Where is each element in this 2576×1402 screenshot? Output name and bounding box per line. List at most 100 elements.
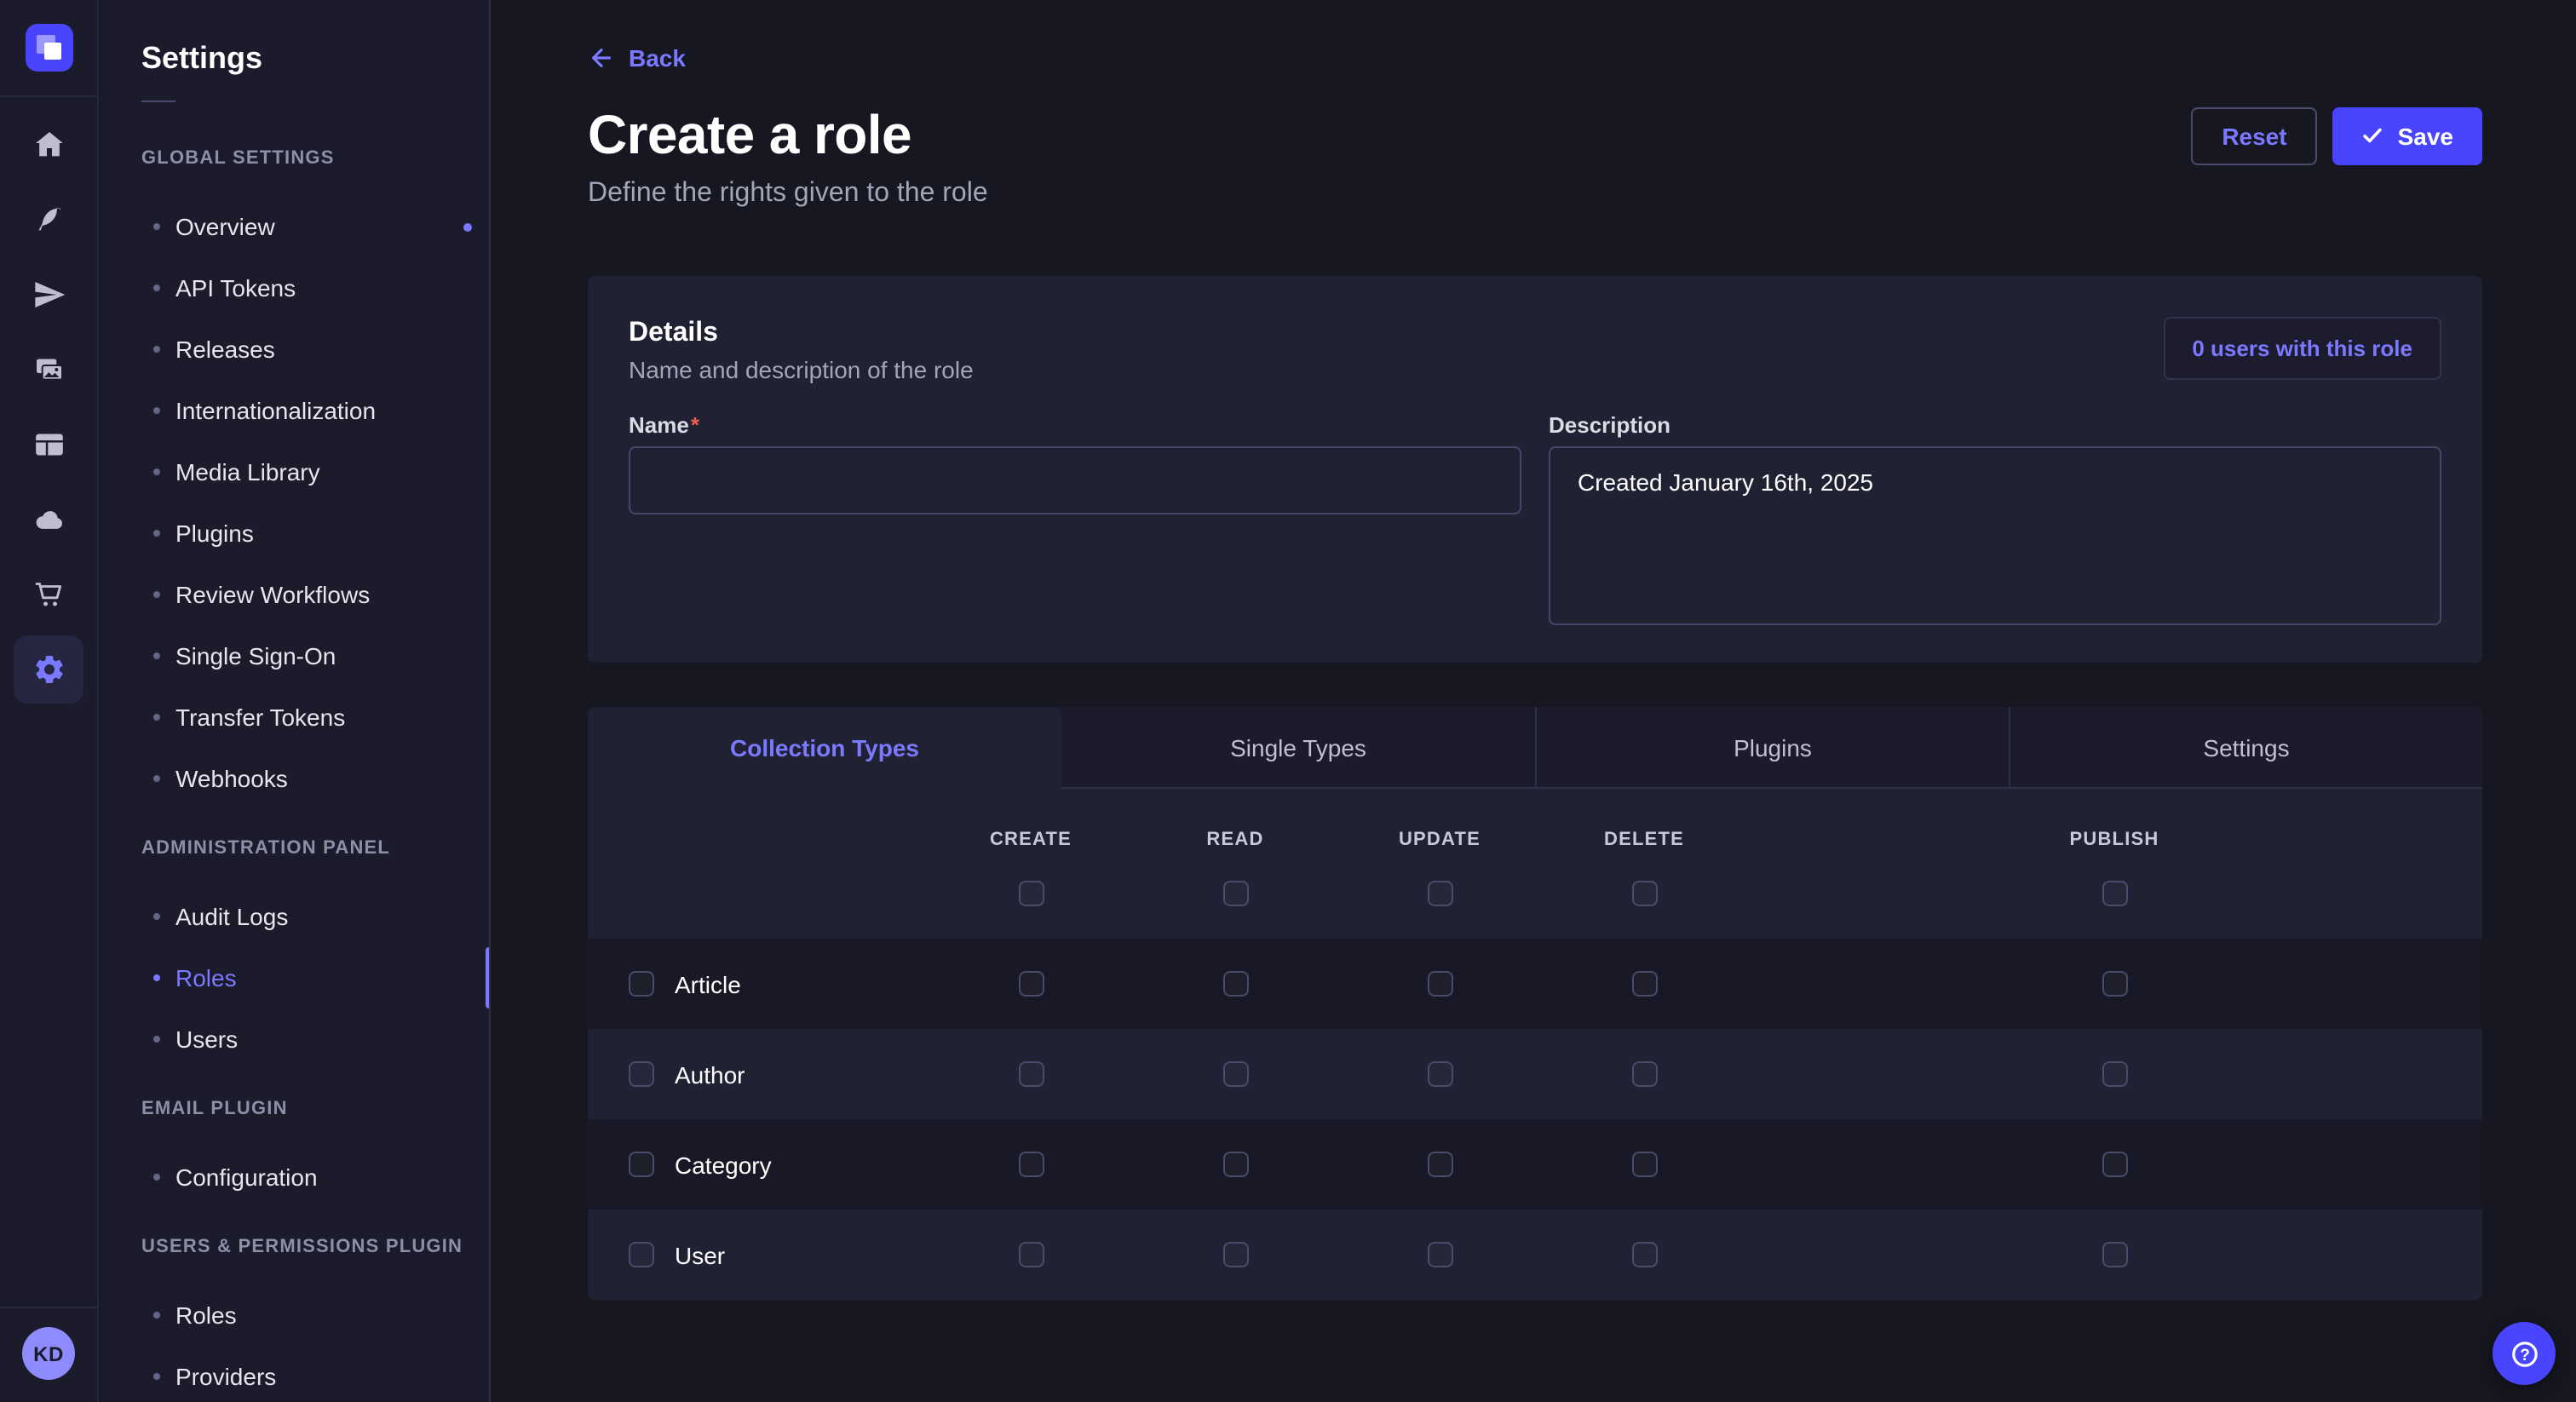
category-read-checkbox[interactable] [1222, 1152, 1248, 1177]
help-button[interactable]: ? [2493, 1322, 2556, 1385]
name-label: Name* [629, 412, 1521, 438]
row-select-checkbox[interactable] [629, 971, 654, 997]
strapi-logo[interactable] [26, 24, 73, 72]
bullet-dot-icon [153, 1036, 160, 1043]
author-publish-checkbox[interactable] [2102, 1061, 2127, 1087]
sidebar-item-single-sign-on[interactable]: Single Sign-On [101, 625, 489, 687]
row-select-checkbox[interactable] [629, 1242, 654, 1267]
sidebar-item-webhooks[interactable]: Webhooks [101, 748, 489, 809]
article-delete-checkbox[interactable] [1631, 971, 1657, 997]
category-update-checkbox[interactable] [1427, 1152, 1452, 1177]
column-header-read: READ [1133, 830, 1337, 850]
home-nav-button[interactable] [14, 111, 83, 179]
marketplace-nav-button[interactable] [14, 560, 83, 629]
strapi-admin: KD Settings GLOBAL SETTINGS Overview API… [0, 0, 2576, 1402]
author-create-checkbox[interactable] [1018, 1061, 1044, 1087]
tab-collection-types[interactable]: Collection Types [588, 707, 1061, 789]
reset-button[interactable]: Reset [2191, 106, 2317, 164]
row-label[interactable]: Category [675, 1151, 772, 1178]
details-card: Details Name and description of the role… [588, 276, 2482, 663]
select-all-create-checkbox[interactable] [1018, 881, 1044, 906]
row-label[interactable]: Author [675, 1060, 745, 1088]
permissions-tabs: Collection Types Single Types Plugins Se… [588, 707, 2482, 789]
select-all-publish-checkbox[interactable] [2102, 881, 2127, 906]
sidebar-item-releases[interactable]: Releases [101, 319, 489, 380]
section-header-email-plugin: EMAIL PLUGIN [141, 1099, 489, 1121]
permissions-table: CREATE READ UPDATE DELETE PUBLISH [588, 789, 2482, 1300]
tab-settings[interactable]: Settings [2009, 707, 2482, 789]
content-type-builder-nav-button[interactable] [14, 411, 83, 479]
category-create-checkbox[interactable] [1018, 1152, 1044, 1177]
sidebar-item-overview[interactable]: Overview [101, 196, 489, 257]
media-library-nav-button[interactable] [14, 336, 83, 404]
row-label[interactable]: Article [675, 970, 741, 997]
description-textarea[interactable]: Created January 16th, 2025 [1549, 446, 2441, 625]
article-publish-checkbox[interactable] [2102, 971, 2127, 997]
user-read-checkbox[interactable] [1222, 1242, 1248, 1267]
name-input[interactable] [629, 446, 1521, 514]
table-row-article: Article [588, 939, 2482, 1029]
user-update-checkbox[interactable] [1427, 1242, 1452, 1267]
name-field: Name* [629, 412, 1521, 634]
bullet-dot-icon [153, 974, 160, 981]
question-mark-icon: ? [2509, 1338, 2539, 1369]
tab-plugins[interactable]: Plugins [1535, 707, 2009, 789]
sidebar-item-plugins[interactable]: Plugins [101, 503, 489, 564]
bullet-dot-icon [153, 652, 160, 659]
row-label[interactable]: User [675, 1241, 725, 1268]
sidebar-item-configuration[interactable]: Configuration [101, 1146, 489, 1208]
permissions-table-header: CREATE READ UPDATE DELETE PUBLISH [588, 789, 2482, 939]
settings-nav-button[interactable] [14, 635, 83, 704]
article-read-checkbox[interactable] [1222, 971, 1248, 997]
row-select-checkbox[interactable] [629, 1061, 654, 1087]
title-divider [141, 101, 175, 102]
category-publish-checkbox[interactable] [2102, 1152, 2127, 1177]
sidebar-item-internationalization[interactable]: Internationalization [101, 380, 489, 441]
author-update-checkbox[interactable] [1427, 1061, 1452, 1087]
sidebar-item-roles-up[interactable]: Roles [101, 1284, 489, 1346]
bullet-dot-icon [153, 223, 160, 230]
user-publish-checkbox[interactable] [2102, 1242, 2127, 1267]
author-read-checkbox[interactable] [1222, 1061, 1248, 1087]
article-create-checkbox[interactable] [1018, 971, 1044, 997]
sidebar-item-api-tokens[interactable]: API Tokens [101, 257, 489, 319]
content-manager-nav-button[interactable] [14, 186, 83, 254]
rail-bottom-divider [0, 1307, 97, 1308]
bullet-dot-icon [153, 775, 160, 782]
page-subtitle: Define the rights given to the role [588, 177, 2482, 210]
sidebar-item-review-workflows[interactable]: Review Workflows [101, 564, 489, 625]
article-update-checkbox[interactable] [1427, 971, 1452, 997]
user-avatar[interactable]: KD [22, 1327, 75, 1380]
column-header-create: CREATE [929, 830, 1133, 850]
select-all-update-checkbox[interactable] [1427, 881, 1452, 906]
back-arrow-icon [588, 44, 615, 72]
column-header-update: UPDATE [1337, 830, 1542, 850]
section-header-administration-panel: ADMINISTRATION PANEL [141, 838, 489, 860]
category-delete-checkbox[interactable] [1631, 1152, 1657, 1177]
page-title: Create a role [588, 104, 911, 167]
tab-single-types[interactable]: Single Types [1061, 707, 1535, 789]
sidebar-item-roles-admin[interactable]: Roles [101, 947, 489, 1008]
back-link[interactable]: Back [588, 44, 686, 72]
bullet-dot-icon [153, 530, 160, 537]
select-all-read-checkbox[interactable] [1222, 881, 1248, 906]
users-with-role-button[interactable]: 0 users with this role [2163, 317, 2441, 380]
deploy-cloud-nav-button[interactable] [14, 486, 83, 554]
releases-nav-button[interactable] [14, 261, 83, 329]
select-all-delete-checkbox[interactable] [1631, 881, 1657, 906]
sidebar-item-media-library[interactable]: Media Library [101, 441, 489, 503]
save-button[interactable]: Save [2333, 106, 2482, 164]
sidebar-item-audit-logs[interactable]: Audit Logs [101, 886, 489, 947]
author-delete-checkbox[interactable] [1631, 1061, 1657, 1087]
sidebar-item-providers[interactable]: Providers [101, 1346, 489, 1402]
main-nav-rail: KD [0, 0, 99, 1402]
user-create-checkbox[interactable] [1018, 1242, 1044, 1267]
column-header-delete: DELETE [1542, 830, 1746, 850]
media-library-icon [32, 353, 66, 387]
sidebar-item-users[interactable]: Users [101, 1008, 489, 1070]
row-select-checkbox[interactable] [629, 1152, 654, 1177]
bullet-dot-icon [153, 1373, 160, 1380]
sidebar-item-transfer-tokens[interactable]: Transfer Tokens [101, 687, 489, 748]
user-delete-checkbox[interactable] [1631, 1242, 1657, 1267]
settings-sidebar: Settings GLOBAL SETTINGS Overview API To… [101, 0, 491, 1402]
